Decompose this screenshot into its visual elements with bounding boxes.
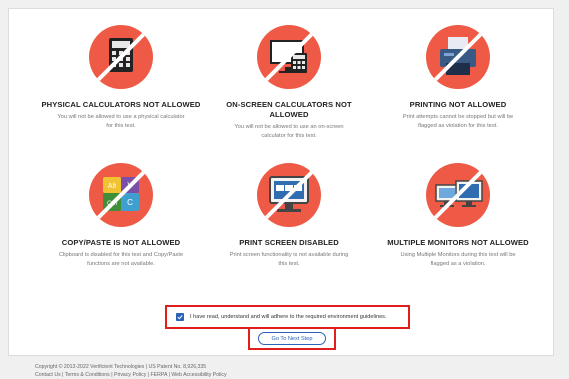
rule-title: MULTIPLE MONITORS NOT ALLOWED (387, 238, 529, 247)
next-step-highlight: Go To Next Step (248, 327, 336, 350)
rule-description: Clipboard is disabled for this test and … (58, 252, 184, 267)
rule-onscreen-calculators: ON-SCREEN CALCULATORS NOT ALLOWED You wil… (199, 25, 379, 140)
rule-physical-calculators: PHYSICAL CALCULATORS NOT ALLOWED You wil… (31, 25, 211, 130)
rule-copy-paste: Alt V Ctrl C COPY/PASTE IS NOT ALLOWED C… (31, 163, 211, 268)
monitor-screenshot-icon (257, 163, 321, 227)
rule-title: PHYSICAL CALCULATORS NOT ALLOWED (41, 100, 201, 109)
rule-print-screen: PRINT SCREEN DISABLED Print screen funct… (199, 163, 379, 268)
rule-description: Print screen functionality is not availa… (229, 252, 349, 267)
printer-icon (426, 25, 490, 89)
rule-description: You will not be allowed to use a physica… (57, 114, 185, 129)
alt-key-label: Alt (108, 183, 116, 190)
rule-title: ON-SCREEN CALCULATORS NOT ALLOWED (226, 100, 352, 119)
keyboard-keys-icon: Alt V Ctrl C (89, 163, 153, 227)
rule-description: Print attempts cannot be stopped but wil… (402, 114, 514, 129)
agreement-box: I have read, understand and will adhere … (165, 305, 410, 329)
c-key-label: C (127, 198, 133, 207)
rule-printing: PRINTING NOT ALLOWED Print attempts cann… (368, 25, 548, 130)
calculator-icon (89, 25, 153, 89)
onscreen-calculator-icon (257, 25, 321, 89)
footer-copyright: Copyright © 2013-2022 Verificient Techno… (35, 364, 207, 370)
agreement-checkbox[interactable] (176, 313, 184, 321)
rule-title: COPY/PASTE IS NOT ALLOWED (61, 238, 181, 247)
agreement-label[interactable]: I have read, understand and will adhere … (190, 314, 387, 320)
rule-title: PRINT SCREEN DISABLED (239, 238, 339, 247)
rule-multiple-monitors: MULTIPLE MONITORS NOT ALLOWED Using Mult… (368, 163, 548, 268)
rule-description: Using Multiple Monitors during this test… (400, 252, 516, 267)
multiple-monitors-icon (426, 163, 490, 227)
go-to-next-step-button[interactable]: Go To Next Step (258, 332, 326, 345)
checkmark-icon (177, 315, 183, 320)
rule-title: PRINTING NOT ALLOWED (409, 100, 507, 109)
rule-description: You will not be allowed to use an on-scr… (234, 124, 344, 139)
